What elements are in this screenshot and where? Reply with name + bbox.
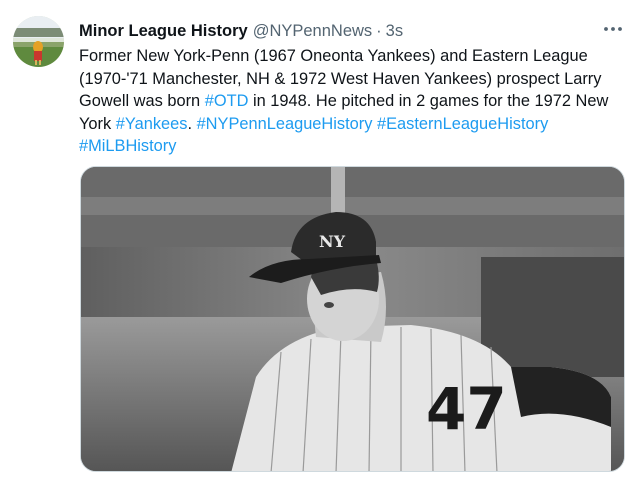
timestamp[interactable]: 3s xyxy=(386,22,403,41)
more-options-icon xyxy=(604,27,622,31)
author-name[interactable]: Minor League History xyxy=(79,22,248,41)
hashtag-link[interactable]: #EasternLeagueHistory xyxy=(377,115,548,133)
pitcher-photo: NY 47 xyxy=(81,167,624,471)
hashtag-link[interactable]: #NYPennLeagueHistory xyxy=(197,115,373,133)
tweet-header: Minor League History @NYPennNews · 3s xyxy=(79,20,403,42)
jersey-number: 47 xyxy=(426,375,507,443)
more-options-button[interactable] xyxy=(598,14,628,44)
svg-text:NY: NY xyxy=(319,232,346,251)
avatar[interactable] xyxy=(13,16,64,67)
tweet-text: Former New York-Penn (1967 Oneonta Yanke… xyxy=(79,45,624,158)
tweet[interactable]: Minor League History @NYPennNews · 3s Fo… xyxy=(0,0,640,478)
hashtag-link[interactable]: #MiLBHistory xyxy=(79,137,176,155)
hashtag-link[interactable]: #Yankees xyxy=(116,115,188,133)
avatar-mascot-photo xyxy=(13,16,64,67)
tweet-text-segment: . xyxy=(187,114,197,133)
tweet-photo[interactable]: NY 47 xyxy=(80,166,625,472)
author-handle[interactable]: @NYPennNews xyxy=(253,22,372,41)
separator-dot: · xyxy=(376,21,382,40)
hashtag-link[interactable]: #OTD xyxy=(205,92,249,110)
